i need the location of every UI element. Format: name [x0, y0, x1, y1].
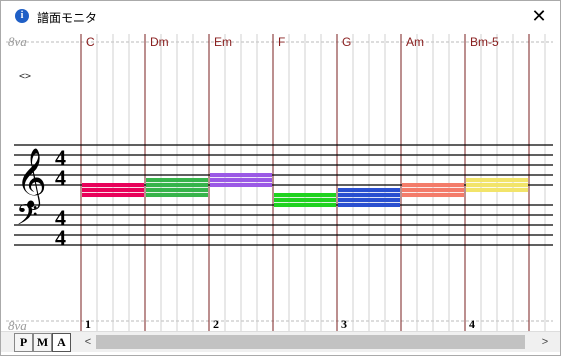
chord-label: F	[278, 35, 285, 49]
chord-label: G	[342, 35, 351, 49]
window-title: 譜面モニタ	[37, 11, 98, 25]
chord-block	[466, 180, 528, 190]
chord-block	[338, 190, 400, 205]
scroll-right-button[interactable]: >	[538, 333, 552, 351]
bass-clef-icon: 𝄢	[16, 199, 38, 239]
score-canvas: C Dm Em F G Am Bm-51 2 3 4 8va 8va <> 𝄞𝄢4444	[6, 34, 553, 332]
chord-block	[146, 180, 208, 195]
measure-number: 2	[213, 317, 219, 331]
mode-button-p[interactable]: P	[14, 333, 33, 352]
close-button[interactable]: ✕	[521, 3, 557, 29]
chord-block	[274, 195, 336, 205]
measure-number: 4	[469, 317, 475, 331]
measure-number: 1	[85, 317, 91, 331]
treble-time-signature-denominator: 4	[55, 165, 66, 190]
chord-label: Dm	[150, 35, 169, 49]
octave-bottom-label: 8va	[8, 318, 27, 332]
score-monitor-window: i 譜面モニタ ✕ C Dm Em F G Am Bm-5 1 2 3 4 8va 8va <> 𝄞…	[0, 0, 561, 356]
octave-top-label: 8va	[8, 34, 27, 49]
chord-block	[402, 185, 464, 195]
chord-block	[210, 175, 272, 185]
toggle-label[interactable]: <>	[19, 71, 31, 82]
bass-time-signature-denominator: 4	[55, 225, 66, 250]
scrollbar-thumb[interactable]	[96, 335, 525, 349]
scroll-left-button[interactable]: <	[81, 333, 95, 351]
chord-label: C	[86, 35, 95, 49]
chord-label: Em	[214, 35, 232, 49]
measure-number: 3	[341, 317, 347, 331]
mode-button-m[interactable]: M	[33, 333, 52, 352]
chord-block	[82, 185, 144, 195]
bottom-toolbar: PMA < >	[1, 331, 560, 352]
chord-label: Bm-5	[470, 35, 499, 49]
chord-label: Am	[406, 35, 424, 49]
mode-button-a[interactable]: A	[52, 333, 71, 352]
info-icon: i	[15, 9, 29, 23]
title-bar: i 譜面モニタ ✕	[1, 1, 560, 31]
